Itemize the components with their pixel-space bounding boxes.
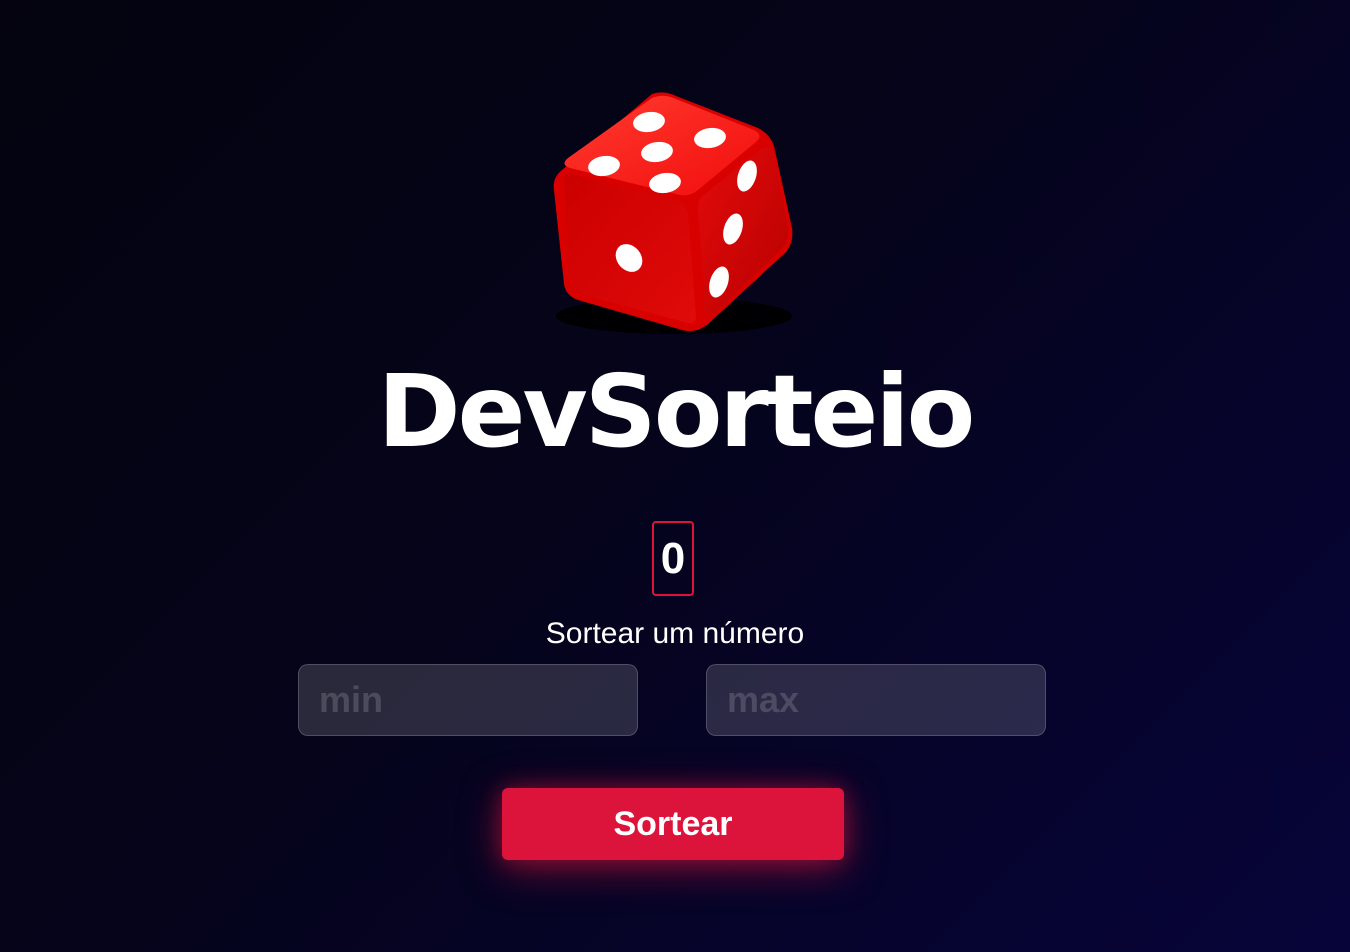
page-title: DevSorteio: [377, 353, 976, 470]
draw-button[interactable]: Sortear: [502, 788, 844, 860]
max-input[interactable]: [706, 664, 1046, 736]
result-display: 0: [652, 521, 694, 596]
dice-icon: [548, 88, 800, 338]
min-input[interactable]: [298, 664, 638, 736]
form-subtitle: Sortear um número: [545, 617, 805, 650]
app-page: DevSorteio 0 Sortear um número Sortear: [0, 0, 1350, 952]
